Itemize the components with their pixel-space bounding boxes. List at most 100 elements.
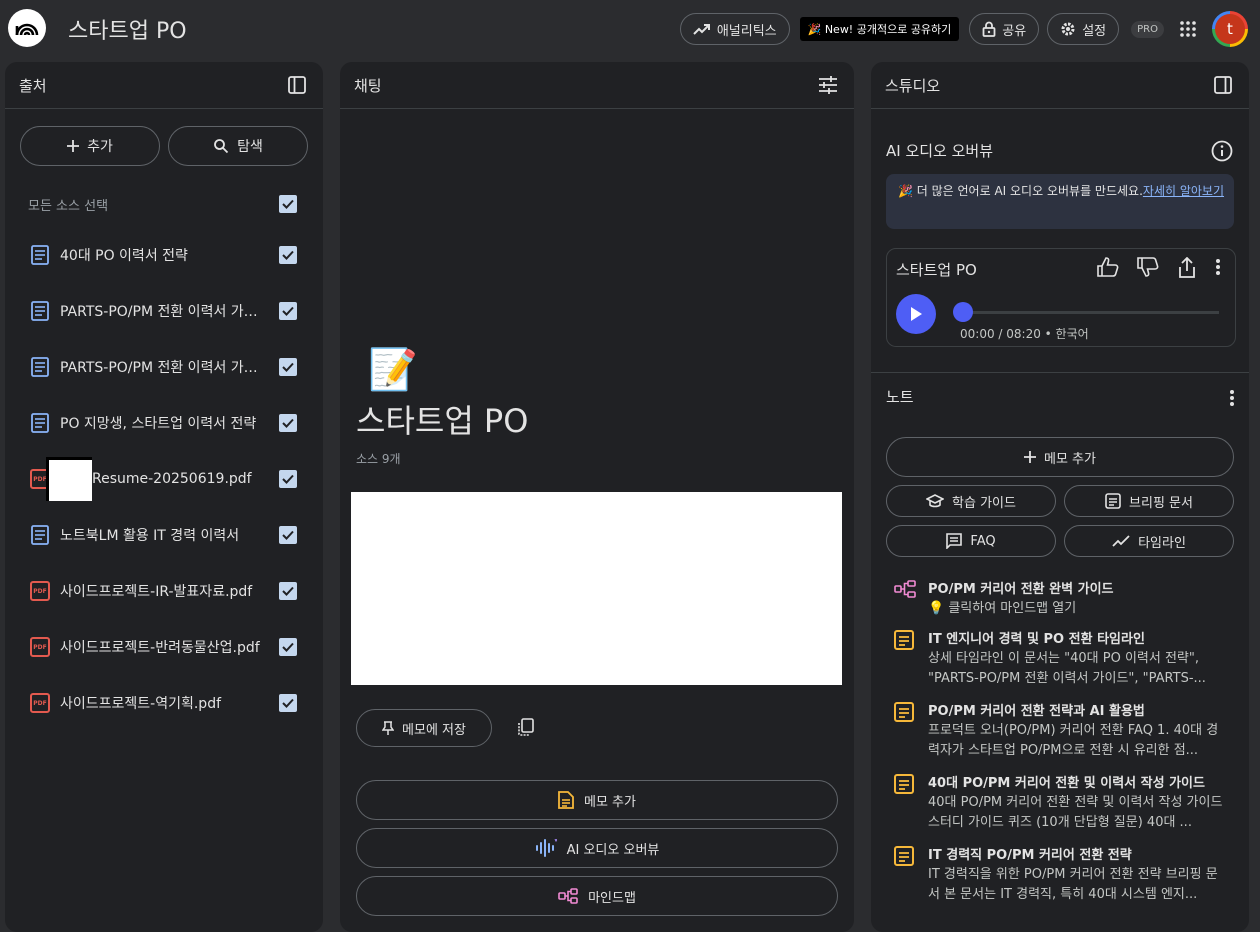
divider [871, 372, 1249, 373]
logo-icon [15, 23, 39, 36]
study-guide-button[interactable]: 학습 가이드 [886, 485, 1056, 517]
source-checkbox[interactable] [279, 526, 297, 544]
faq-button[interactable]: FAQ [886, 525, 1056, 557]
note-icon [558, 791, 574, 809]
graduation-cap-icon [926, 494, 945, 508]
note-item[interactable]: IT 엔지니어 경력 및 PO 전환 타임라인 상세 타임라인 이 문서는 "40… [894, 628, 1224, 690]
note-item[interactable]: 40대 PO/PM 커리어 전환 및 이력서 작성 가이드 40대 PO/PM 커… [894, 772, 1224, 834]
source-checkbox[interactable] [279, 694, 297, 712]
source-item[interactable]: PDF 사이드프로젝트-역기획.pdf [5, 675, 323, 731]
source-item[interactable]: PDF Resume-20250619.pdf [5, 451, 323, 507]
play-button[interactable] [896, 294, 936, 334]
audio-progress-track[interactable] [957, 311, 1219, 314]
settings-label: 설정 [1082, 23, 1107, 39]
avatar-letter: t [1215, 14, 1245, 44]
thumbs-up-icon[interactable] [1097, 257, 1119, 277]
share-icon[interactable] [1177, 257, 1197, 279]
collapse-studio-icon[interactable] [1211, 73, 1235, 97]
source-item[interactable]: PO 지망생, 스타트업 이력서 전략 [5, 395, 323, 451]
select-all-row[interactable]: 모든 소스 선택 [5, 192, 323, 216]
save-to-note-button[interactable]: 메모에 저장 [356, 709, 492, 747]
source-item[interactable]: PARTS-PO/PM 전환 이력서 가이드 [5, 283, 323, 339]
note-title: PO/PM 커리어 전환 전략과 AI 활용법 [928, 704, 1145, 719]
audio-progress-knob[interactable] [953, 302, 973, 322]
audio-overview-card: 스타트업 PO 00:00 / 08:20 • 한국어 [886, 248, 1236, 347]
audio-overview-action-button[interactable]: AI 오디오 오버뷰 [356, 828, 838, 868]
notes-more-icon[interactable] [1229, 388, 1235, 412]
add-memo-button[interactable]: 메모 추가 [886, 437, 1234, 477]
plus-icon [67, 140, 80, 152]
more-vert-icon[interactable] [1215, 257, 1221, 277]
note-item[interactable]: PO/PM 커리어 전환 전략과 AI 활용법프로덕트 오너(PO/PM) 커리… [894, 700, 1224, 762]
chat-title: 채팅 [354, 76, 382, 95]
source-item[interactable]: 40대 PO 이력서 전략 [5, 227, 323, 283]
summary-content-area [351, 492, 842, 685]
source-label: PARTS-PO/PM 전환 이력서 가이... [60, 360, 270, 376]
source-label: 사이드프로젝트-IR-발표자료.pdf [60, 584, 253, 600]
check-icon [282, 586, 294, 596]
note-icon [894, 846, 914, 870]
source-checkbox[interactable] [279, 638, 297, 656]
source-checkbox[interactable] [279, 302, 297, 320]
sources-panel: 출처 추가 탐색 모든 소스 선택 40대 PO 이력서 전략 PARTS-PO/… [5, 62, 323, 932]
note-title: IT 경력직 PO/PM 커리어 전환 전략 [928, 848, 1132, 863]
notebook-emoji: 📝 [368, 347, 418, 393]
notebook-title[interactable]: 스타트업 PO [68, 13, 187, 45]
plus-icon [1024, 451, 1036, 463]
lock-icon [982, 21, 996, 37]
source-item[interactable]: 노트북LM 활용 IT 경력 이력서 [5, 507, 323, 563]
source-item[interactable]: PDF 사이드프로젝트-반려동물산업.pdf [5, 619, 323, 675]
note-body: 프로덕트 오너(PO/PM) 커리어 전환 FAQ 1. 40대 경력자가 스타… [928, 723, 1219, 758]
faq-icon [946, 533, 963, 549]
action-label: AI 오디오 오버뷰 [566, 842, 660, 858]
check-icon [282, 199, 294, 209]
add-source-button[interactable]: 추가 [20, 126, 160, 166]
doc-icon [29, 524, 51, 546]
source-label: 사이드프로젝트-반려동물산업.pdf [60, 640, 260, 656]
source-item[interactable]: PDF 사이드프로젝트-IR-발표자료.pdf [5, 563, 323, 619]
briefing-doc-button[interactable]: 브리핑 문서 [1064, 485, 1234, 517]
apps-grid-icon[interactable] [1172, 13, 1204, 45]
notebooklm-logo[interactable] [8, 9, 46, 47]
pro-badge: PRO [1131, 20, 1164, 38]
check-icon [282, 474, 294, 484]
briefing-icon [1105, 493, 1121, 509]
new-share-badge[interactable]: 🎉 New! 공개적으로 공유하기 [799, 17, 960, 41]
action-label: 마인드맵 [588, 890, 636, 906]
check-icon [282, 362, 294, 372]
source-checkbox[interactable] [279, 358, 297, 376]
audio-wave-icon [535, 839, 557, 857]
timeline-button[interactable]: 타임라인 [1064, 525, 1234, 557]
select-all-checkbox[interactable] [279, 195, 297, 213]
source-checkbox[interactable] [279, 470, 297, 488]
check-icon [282, 250, 294, 260]
settings-button[interactable]: 설정 [1047, 13, 1120, 45]
source-checkbox[interactable] [279, 246, 297, 264]
analytics-button[interactable]: 애널리틱스 [679, 13, 790, 45]
source-checkbox[interactable] [279, 414, 297, 432]
add-memo-action-button[interactable]: 메모 추가 [356, 780, 838, 820]
tool-label: 학습 가이드 [952, 495, 1016, 511]
note-body: 💡 클릭하여 마인드맵 열기 [928, 601, 1077, 616]
mindmap-action-button[interactable]: 마인드맵 [356, 876, 838, 916]
doc-icon [29, 356, 51, 378]
learn-more-link[interactable]: 자세히 알아보기 [1143, 184, 1224, 198]
note-item[interactable]: IT 경력직 PO/PM 커리어 전환 전략 IT 경력직을 위한 PO/PM 커… [894, 844, 1224, 906]
tune-icon[interactable] [816, 73, 840, 97]
copy-icon[interactable] [516, 717, 536, 741]
explore-button[interactable]: 탐색 [168, 126, 308, 166]
source-item[interactable]: PARTS-PO/PM 전환 이력서 가이... [5, 339, 323, 395]
share-button[interactable]: 공유 [969, 13, 1040, 45]
source-checkbox[interactable] [279, 582, 297, 600]
party-icon: 🎉 [898, 184, 917, 198]
sources-title: 출처 [19, 76, 47, 95]
collapse-panel-icon[interactable] [285, 73, 309, 97]
share-label: 공유 [1002, 23, 1027, 39]
avatar[interactable]: t [1212, 11, 1248, 47]
thumbs-down-icon[interactable] [1137, 257, 1159, 277]
audio-title: 스타트업 PO [896, 261, 977, 279]
info-icon[interactable] [1211, 140, 1233, 166]
check-icon [282, 642, 294, 652]
source-label: 노트북LM 활용 IT 경력 이력서 [60, 528, 240, 544]
note-title: PO/PM 커리어 전환 완벽 가이드 [928, 582, 1114, 597]
